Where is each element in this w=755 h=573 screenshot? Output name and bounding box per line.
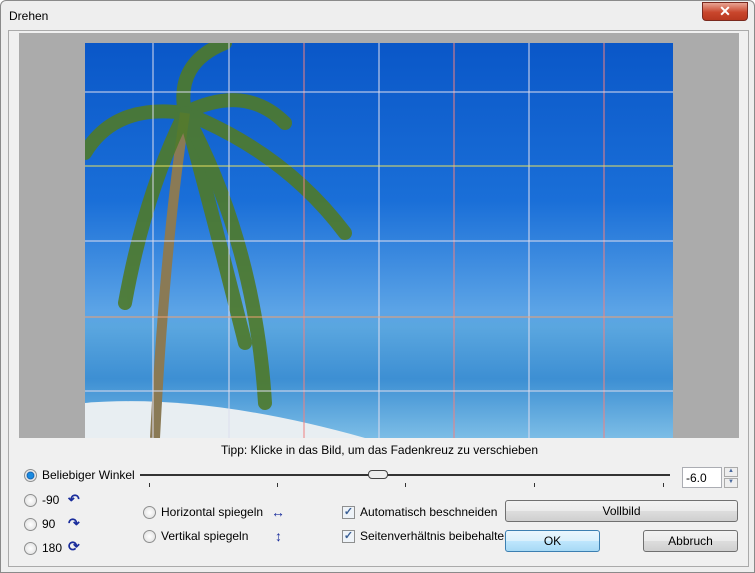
radio-button[interactable] <box>24 493 37 507</box>
photo-with-crosshair-grid <box>85 43 673 438</box>
palm-fronds <box>85 43 352 410</box>
rotate-left-icon: ↶ <box>68 491 80 507</box>
checkbox[interactable]: ✓ <box>342 505 355 519</box>
radio-label: 180 <box>42 541 63 555</box>
radio-rotate-minus-90[interactable]: -90 <box>24 493 59 507</box>
radio-arbitrary-angle[interactable]: Beliebiger Winkel <box>24 468 135 482</box>
rotate-180-icon: ⟳ <box>68 538 80 554</box>
ok-button[interactable]: OK <box>505 530 600 552</box>
radio-label: Beliebiger Winkel <box>42 468 135 482</box>
checkbox[interactable]: ✓ <box>342 529 355 543</box>
angle-input[interactable]: -6.0 <box>682 467 722 488</box>
radio-flip-vertical[interactable]: Vertikal spiegeln <box>143 529 248 543</box>
radio-button[interactable] <box>143 505 156 519</box>
checkbox-label: Seitenverhältnis beibehalten <box>360 529 511 543</box>
checkbox-auto-crop[interactable]: ✓ Automatisch beschneiden <box>342 505 497 519</box>
flip-horizontal-icon: ↔ <box>271 504 285 520</box>
radio-button[interactable] <box>24 468 37 482</box>
spin-up-button[interactable]: ▲ <box>724 467 738 477</box>
photo-preview[interactable] <box>85 43 673 438</box>
radio-label: Vertikal spiegeln <box>161 529 249 543</box>
beach <box>85 401 365 438</box>
fullscreen-button[interactable]: Vollbild <box>505 500 738 522</box>
radio-button[interactable] <box>24 541 37 555</box>
flip-vertical-icon: ↕ <box>275 528 282 544</box>
radio-label: Horizontal spiegeln <box>161 505 264 519</box>
window-title: Drehen <box>9 9 49 23</box>
radio-rotate-180[interactable]: 180 <box>24 541 62 555</box>
rotate-right-icon: ↷ <box>68 515 80 531</box>
radio-button[interactable] <box>143 529 156 543</box>
rotate-dialog: Drehen ✕ Tipp: Klicke in das Bild, um da… <box>0 0 755 573</box>
tip-text: Tipp: Klicke in das Bild, um das Fadenkr… <box>220 443 539 457</box>
slider-thumb[interactable] <box>368 470 388 479</box>
image-preview-area[interactable] <box>19 33 739 438</box>
grid-lines <box>85 43 673 438</box>
checkbox-label: Automatisch beschneiden <box>360 505 498 519</box>
spin-down-button[interactable]: ▼ <box>724 478 738 488</box>
radio-label: 90 <box>42 517 56 531</box>
radio-button[interactable] <box>24 517 37 531</box>
close-button[interactable]: ✕ <box>702 2 748 21</box>
cancel-button[interactable]: Abbruch <box>643 530 738 552</box>
radio-flip-horizontal[interactable]: Horizontal spiegeln <box>143 505 263 519</box>
dialog-content: Tipp: Klicke in das Bild, um das Fadenkr… <box>8 30 749 567</box>
angle-slider[interactable] <box>140 467 670 487</box>
radio-label: -90 <box>42 493 60 507</box>
radio-rotate-90[interactable]: 90 <box>24 517 55 531</box>
checkbox-keep-aspect[interactable]: ✓ Seitenverhältnis beibehalten <box>342 529 511 543</box>
